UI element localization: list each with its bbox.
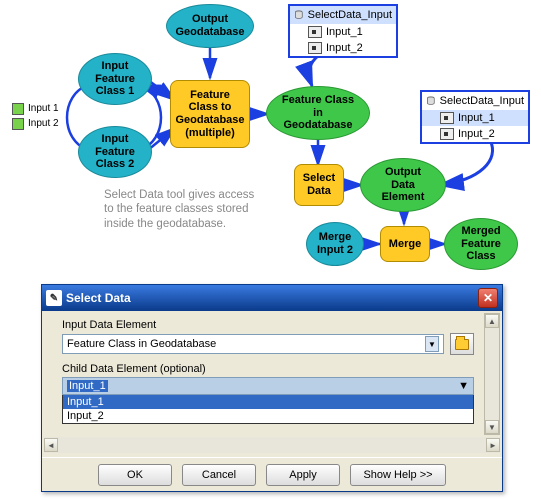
database-icon: [294, 8, 304, 22]
tree-item: Input_1: [422, 110, 528, 126]
port-label: Input 2: [28, 118, 59, 129]
close-button[interactable]: ✕: [478, 288, 498, 308]
node-label: Merged Feature Class: [461, 225, 501, 263]
hammer-icon: ✎: [46, 290, 62, 306]
node-input-fc2[interactable]: Input Feature Class 2: [78, 126, 152, 178]
button-label: Cancel: [202, 469, 236, 481]
node-label: Input Feature Class 2: [95, 133, 135, 171]
button-label: OK: [127, 469, 143, 481]
button-label: Show Help >>: [363, 469, 432, 481]
tree-item: Input_2: [290, 40, 396, 56]
table-icon: [440, 128, 454, 140]
scroll-right-button[interactable]: ►: [486, 438, 500, 452]
node-output-geodatabase[interactable]: Output Geodatabase: [166, 4, 254, 48]
node-merge-input2[interactable]: Merge Input 2: [306, 222, 364, 266]
tree-callout-1: SelectData_Input Input_1 Input_2: [288, 4, 398, 58]
tree-root-label: SelectData_Input: [440, 95, 524, 107]
apply-button[interactable]: Apply: [266, 464, 340, 486]
titlebar[interactable]: ✎ Select Data ✕: [42, 285, 502, 311]
annotation-text: Select Data tool gives access to the fea…: [104, 188, 254, 231]
node-select-data-tool[interactable]: Select Data: [294, 164, 344, 206]
button-label: Apply: [289, 469, 317, 481]
browse-button[interactable]: [450, 333, 474, 355]
node-fc-in-gdb[interactable]: Feature Class in Geodatabase: [266, 86, 370, 140]
tree-item-label: Input_1: [458, 112, 495, 124]
scroll-down-button[interactable]: ▼: [485, 420, 499, 434]
table-icon: [308, 26, 322, 38]
node-fc-to-gdb-tool[interactable]: Feature Class to Geodatabase (multiple): [170, 80, 250, 148]
dropdown-value: Feature Class in Geodatabase: [67, 338, 216, 350]
ok-button[interactable]: OK: [98, 464, 172, 486]
node-label: Merge Input 2: [317, 231, 353, 256]
tree-item: Input_1: [290, 24, 396, 40]
combo-option[interactable]: Input_2: [63, 409, 473, 423]
model-param-port-2[interactable]: [12, 118, 24, 130]
tree-item-label: Input_2: [458, 128, 495, 140]
node-input-fc1[interactable]: Input Feature Class 1: [78, 53, 152, 105]
node-label: Select Data: [303, 172, 335, 197]
node-label: Merge: [389, 238, 421, 251]
node-output-data-element[interactable]: Output Data Element: [360, 158, 446, 212]
table-icon: [440, 112, 454, 124]
node-label: Output Data Element: [382, 166, 425, 204]
tree-item: Input_2: [422, 126, 528, 142]
table-icon: [308, 42, 322, 54]
input-data-element-dropdown[interactable]: Feature Class in Geodatabase ▼: [62, 334, 444, 354]
tree-item-label: Input_2: [326, 42, 363, 54]
node-label: Input Feature Class 1: [95, 60, 135, 98]
combo-list: Input_1 Input_2: [62, 395, 474, 424]
chevron-down-icon: ▼: [458, 380, 469, 392]
chevron-down-icon: ▼: [425, 336, 439, 352]
tree-root: SelectData_Input: [422, 92, 528, 110]
model-param-port-1[interactable]: [12, 103, 24, 115]
input-data-element-label: Input Data Element: [62, 319, 474, 331]
scroll-left-button[interactable]: ◄: [44, 438, 58, 452]
node-label: Output Geodatabase: [175, 13, 244, 38]
child-data-element-label: Child Data Element (optional): [62, 363, 474, 375]
dialog-title: Select Data: [66, 291, 131, 305]
node-label: Feature Class to Geodatabase (multiple): [175, 89, 244, 140]
show-help-button[interactable]: Show Help >>: [350, 464, 446, 486]
vertical-scrollbar[interactable]: ▲ ▼: [484, 313, 500, 435]
scroll-up-button[interactable]: ▲: [485, 314, 499, 328]
port-label: Input 1: [28, 103, 59, 114]
select-data-dialog: ✎ Select Data ✕ Input Data Element Featu…: [41, 284, 503, 492]
horizontal-scrollbar[interactable]: ◄ ►: [44, 437, 500, 453]
dialog-body: Input Data Element Feature Class in Geod…: [42, 311, 502, 455]
cancel-button[interactable]: Cancel: [182, 464, 256, 486]
combo-option[interactable]: Input_1: [63, 395, 473, 409]
child-data-element-combo[interactable]: Input_1 ▼ Input_1 Input_2: [62, 377, 474, 424]
tree-callout-2: SelectData_Input Input_1 Input_2: [420, 90, 530, 144]
tree-item-label: Input_1: [326, 26, 363, 38]
node-merge-tool[interactable]: Merge: [380, 226, 430, 262]
database-icon: [426, 94, 436, 108]
tree-root-label: SelectData_Input: [308, 9, 392, 21]
combo-value: Input_1: [67, 380, 108, 392]
node-merged-fc[interactable]: Merged Feature Class: [444, 218, 518, 270]
node-label: Feature Class in Geodatabase: [282, 94, 354, 132]
folder-icon: [455, 339, 469, 350]
tree-root: SelectData_Input: [290, 6, 396, 24]
button-bar: OK Cancel Apply Show Help >>: [42, 457, 502, 491]
